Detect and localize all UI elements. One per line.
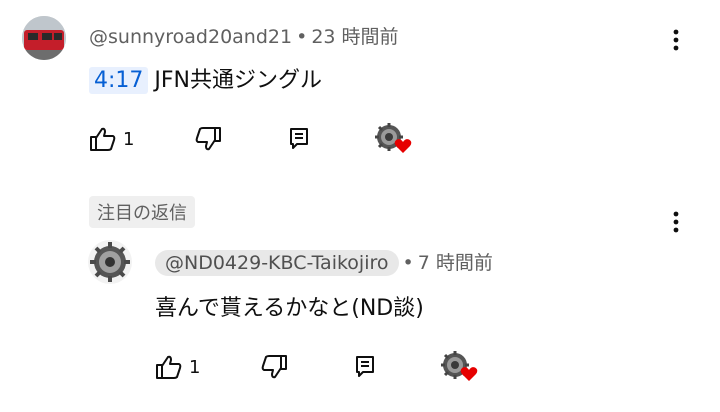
thumbs-down-icon <box>262 355 288 379</box>
creator-heart <box>440 350 480 384</box>
thumbs-up-icon <box>90 127 116 151</box>
comment-more-button[interactable] <box>664 28 688 52</box>
replier-avatar[interactable] <box>88 240 132 284</box>
meta-separator: • <box>402 252 414 274</box>
reply-more-button[interactable] <box>664 210 688 234</box>
reply-text: 喜んで貰えるかなと(ND談) <box>155 296 424 321</box>
like-count: 1 <box>189 356 201 378</box>
timestamp-link[interactable]: 4:17 <box>89 67 149 94</box>
reply-button[interactable] <box>288 127 310 151</box>
thumbs-down-icon <box>196 127 222 151</box>
creator-heart <box>374 122 414 156</box>
comment-time[interactable]: 23 時間前 <box>311 26 398 48</box>
like-button[interactable]: 1 <box>89 126 134 152</box>
reply-button[interactable] <box>354 355 376 379</box>
comment-body: JFN共通ジングル <box>154 68 323 93</box>
more-vert-icon <box>673 211 679 233</box>
heart-icon <box>395 139 412 153</box>
comment-reply-icon <box>290 128 309 149</box>
reply-author[interactable]: @ND0429-KBC-Taikojiro <box>155 250 399 276</box>
reply-meta: @ND0429-KBC-Taikojiro • 7 時間前 <box>155 248 493 276</box>
comment-action-bar: 1 <box>89 122 414 156</box>
comment-reply-icon <box>356 356 375 377</box>
heart-icon <box>461 367 478 381</box>
commenter-avatar[interactable] <box>22 16 66 60</box>
comment-meta: @sunnyroad20and21 • 23 時間前 <box>89 22 399 49</box>
dislike-button[interactable] <box>260 354 288 380</box>
comment-text: 4:17 JFN共通ジングル <box>89 62 322 94</box>
comment-author[interactable]: @sunnyroad20and21 <box>89 26 292 48</box>
like-button[interactable]: 1 <box>155 354 200 380</box>
featured-reply-label: 注目の返信 <box>89 196 195 228</box>
meta-separator: • <box>296 26 308 48</box>
like-count: 1 <box>123 128 135 150</box>
dislike-button[interactable] <box>194 126 222 152</box>
more-vert-icon <box>673 29 679 51</box>
reply-time[interactable]: 7 時間前 <box>418 252 493 274</box>
thumbs-up-icon <box>156 355 182 379</box>
reply-action-bar: 1 <box>155 350 480 384</box>
